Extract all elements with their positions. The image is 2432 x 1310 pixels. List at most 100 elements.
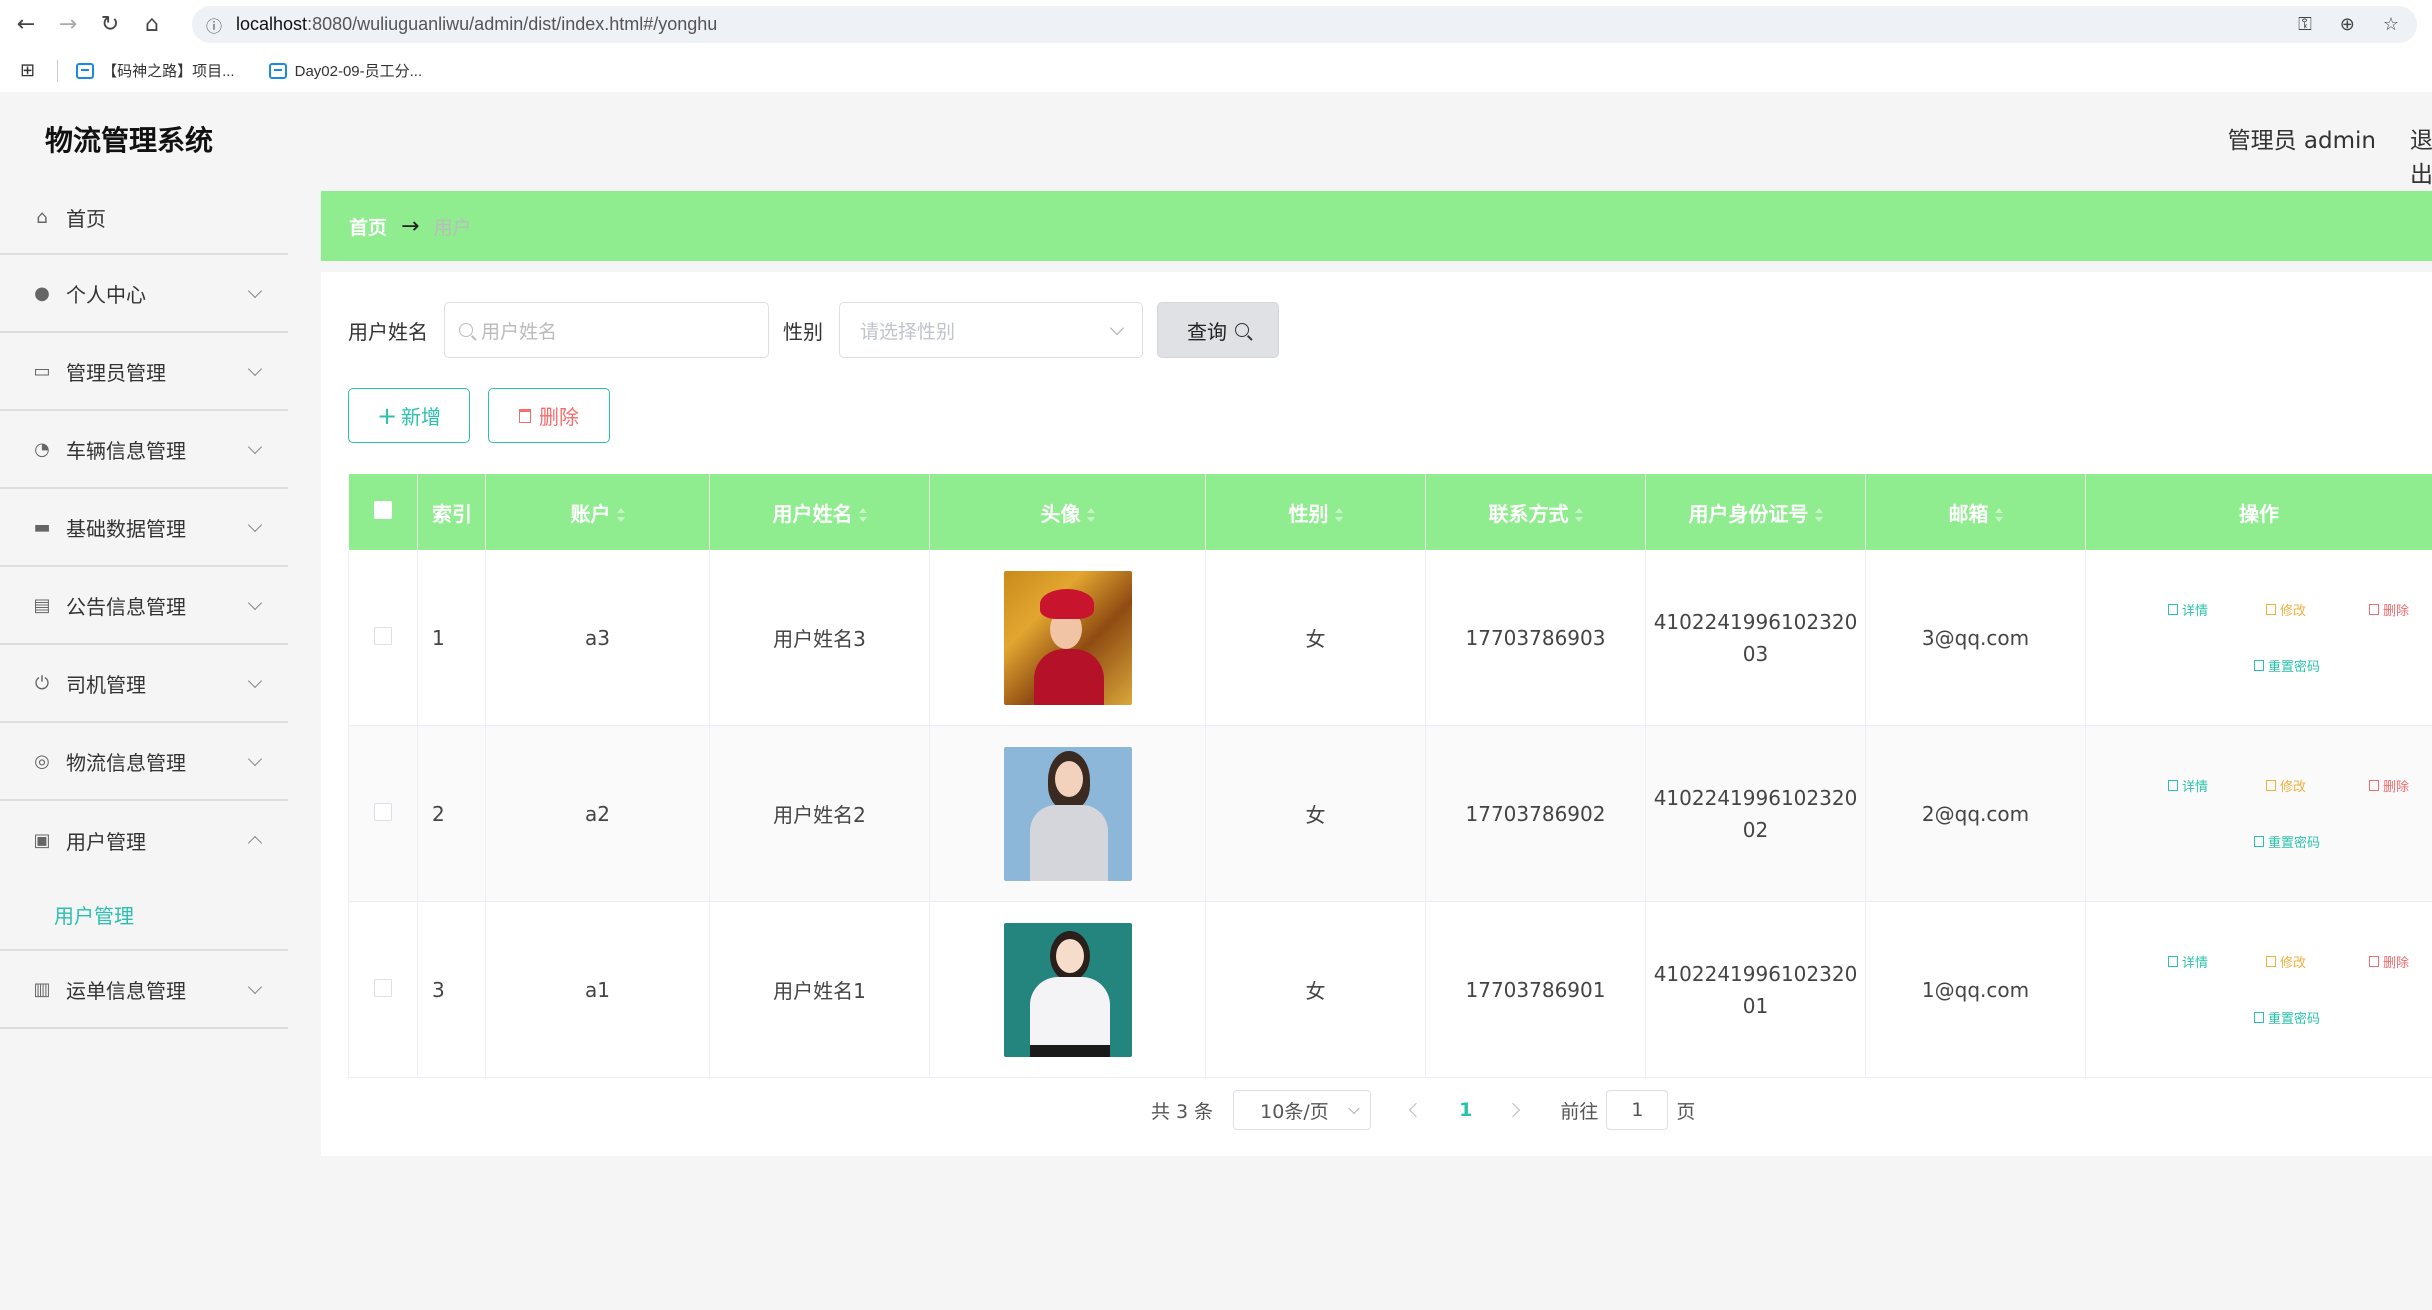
name-search-placeholder: 用户姓名 bbox=[481, 320, 558, 343]
bookmark-2[interactable]: Day02-09-员工分... bbox=[268, 60, 423, 81]
add-button-label: 新增 bbox=[401, 405, 442, 429]
sidebar-subitem-user-management[interactable]: 用户管理 bbox=[0, 879, 288, 951]
row-delete-button[interactable]: 删除 bbox=[2369, 952, 2409, 971]
forward-icon[interactable]: → bbox=[52, 9, 84, 41]
address-bar[interactable]: ⓘ localhost:8080/wuliuguanliwu/admin/dis… bbox=[192, 6, 2417, 43]
arrow-right-icon: → bbox=[401, 213, 420, 239]
column-header-gender[interactable]: 性别 bbox=[1205, 474, 1426, 550]
row-checkbox[interactable] bbox=[374, 978, 392, 997]
row-delete-button[interactable]: 删除 bbox=[2369, 600, 2409, 619]
cell-email: 3@qq.com bbox=[1865, 550, 2086, 726]
column-header-phone[interactable]: 联系方式 bbox=[1425, 474, 1646, 550]
page-size-select[interactable]: 10条/页 bbox=[1233, 1090, 1372, 1130]
select-all-checkbox[interactable] bbox=[373, 501, 392, 519]
bookmark-2-label: Day02-09-员工分... bbox=[294, 63, 423, 80]
gender-select[interactable]: 请选择性别 bbox=[839, 302, 1143, 358]
sidebar-subitem-label: 用户管理 bbox=[54, 903, 134, 928]
search-icon bbox=[459, 323, 473, 337]
sidebar-item-logistics[interactable]: ◎ 物流信息管理 bbox=[0, 723, 288, 801]
home-button-icon[interactable]: ⌂ bbox=[136, 9, 168, 41]
back-icon[interactable]: ← bbox=[10, 9, 42, 41]
detail-button[interactable]: 详情 bbox=[2168, 952, 2208, 971]
sort-icon[interactable] bbox=[858, 508, 867, 522]
column-header-id-number[interactable]: 用户身份证号 bbox=[1645, 474, 1866, 550]
sidebar-item-label: 用户管理 bbox=[66, 829, 146, 854]
breadcrumb-home[interactable]: 首页 bbox=[349, 213, 387, 240]
url-text[interactable]: localhost:8080/wuliuguanliwu/admin/dist/… bbox=[236, 14, 717, 35]
sort-icon[interactable] bbox=[1334, 508, 1343, 522]
chevron-down-icon bbox=[247, 979, 263, 995]
column-header-avatar[interactable]: 头像 bbox=[929, 474, 1206, 550]
delete-button[interactable]: 删除 bbox=[488, 388, 610, 443]
query-button[interactable]: 查询 bbox=[1157, 302, 1279, 358]
sidebar-item-admins[interactable]: ▭ 管理员管理 bbox=[0, 333, 288, 411]
sidebar-item-waybills[interactable]: ▥ 运单信息管理 bbox=[0, 951, 288, 1029]
table-row: 3 a1 用户姓名1 女 17703786901 410224199610232… bbox=[348, 901, 2432, 1078]
column-header-email[interactable]: 邮箱 bbox=[1865, 474, 2086, 550]
sort-icon[interactable] bbox=[1086, 508, 1095, 522]
browser-toolbar: ← → ↻ ⌂ ⓘ localhost:8080/wuliuguanliwu/a… bbox=[0, 0, 2432, 49]
page-number-current[interactable]: 1 bbox=[1459, 1099, 1472, 1121]
detail-button[interactable]: 详情 bbox=[2168, 776, 2208, 795]
row-checkbox[interactable] bbox=[374, 626, 392, 645]
edit-button[interactable]: 修改 bbox=[2266, 600, 2306, 619]
query-button-label: 查询 bbox=[1187, 319, 1227, 344]
logout-link[interactable]: 退出 bbox=[2410, 121, 2432, 189]
bookmark-1[interactable]: 【码神之路】项目... bbox=[76, 60, 235, 81]
add-button[interactable]: + 新增 bbox=[348, 388, 470, 443]
site-info-icon[interactable]: ⓘ bbox=[206, 13, 222, 37]
star-icon[interactable]: ☆ bbox=[2383, 14, 2399, 35]
cell-name: 用户姓名1 bbox=[709, 901, 930, 1078]
chevron-down-icon bbox=[1348, 1102, 1360, 1115]
reset-password-button[interactable]: 重置密码 bbox=[2254, 832, 2320, 851]
chat-icon: ▭ bbox=[33, 360, 51, 382]
sidebar-item-profile[interactable]: ● 个人中心 bbox=[0, 255, 288, 333]
row-checkbox[interactable] bbox=[374, 802, 392, 821]
reload-icon[interactable]: ↻ bbox=[94, 9, 126, 41]
goto-page-input[interactable]: 1 bbox=[1606, 1090, 1669, 1130]
reset-password-button[interactable]: 重置密码 bbox=[2254, 656, 2320, 675]
document-icon bbox=[2254, 1012, 2264, 1023]
avatar[interactable] bbox=[1003, 746, 1132, 881]
row-select-cell[interactable] bbox=[348, 550, 418, 726]
row-select-cell[interactable] bbox=[348, 725, 418, 902]
avatar[interactable] bbox=[1003, 922, 1132, 1057]
sort-icon[interactable] bbox=[1994, 508, 2003, 522]
sort-icon[interactable] bbox=[616, 508, 625, 522]
clipboard-icon: ▤ bbox=[33, 594, 51, 616]
pencil-icon bbox=[2266, 956, 2276, 967]
sidebar-item-drivers[interactable]: ⏻ 司机管理 bbox=[0, 645, 288, 723]
apps-grid-icon[interactable]: ⊞ bbox=[20, 60, 35, 81]
name-search-input[interactable]: 用户姓名 bbox=[444, 302, 769, 358]
edit-button[interactable]: 修改 bbox=[2266, 776, 2306, 795]
table-row: 2 a2 用户姓名2 女 17703786902 410224199610232… bbox=[348, 725, 2432, 902]
edit-button[interactable]: 修改 bbox=[2266, 952, 2306, 971]
zoom-icon[interactable]: ⊕ bbox=[2340, 14, 2355, 35]
cell-phone: 17703786903 bbox=[1425, 550, 1646, 726]
reset-password-button[interactable]: 重置密码 bbox=[2254, 1008, 2320, 1027]
row-delete-button[interactable]: 删除 bbox=[2369, 776, 2409, 795]
row-select-cell[interactable] bbox=[348, 901, 418, 1078]
cell-gender: 女 bbox=[1205, 550, 1426, 726]
sort-icon[interactable] bbox=[1574, 508, 1583, 522]
sidebar-item-vehicles[interactable]: ◔ 车辆信息管理 bbox=[0, 411, 288, 489]
detail-button[interactable]: 详情 bbox=[2168, 600, 2208, 619]
table-row: 1 a3 用户姓名3 女 17703786903 410224199610232… bbox=[348, 550, 2432, 726]
chevron-down-icon bbox=[247, 673, 263, 689]
sidebar-item-label: 首页 bbox=[66, 206, 106, 231]
sidebar-item-users[interactable]: ▣ 用户管理 bbox=[0, 801, 288, 879]
chevron-down-icon bbox=[247, 439, 263, 455]
plus-icon: + bbox=[376, 401, 398, 430]
sidebar-item-notices[interactable]: ▤ 公告信息管理 bbox=[0, 567, 288, 645]
next-page-icon[interactable] bbox=[1508, 1090, 1524, 1130]
sidebar-item-basic-data[interactable]: ▬ 基础数据管理 bbox=[0, 489, 288, 567]
sort-icon[interactable] bbox=[1814, 508, 1823, 522]
sidebar-item-home[interactable]: ⌂ 首页 bbox=[0, 181, 288, 255]
bilibili-icon bbox=[268, 62, 287, 79]
key-icon[interactable]: ⚿ bbox=[2298, 14, 2312, 35]
column-header-name[interactable]: 用户姓名 bbox=[709, 474, 930, 550]
prev-page-icon[interactable] bbox=[1407, 1090, 1423, 1130]
column-header-account[interactable]: 账户 bbox=[485, 474, 710, 550]
avatar[interactable] bbox=[1003, 570, 1132, 705]
select-all-header[interactable] bbox=[348, 474, 418, 550]
